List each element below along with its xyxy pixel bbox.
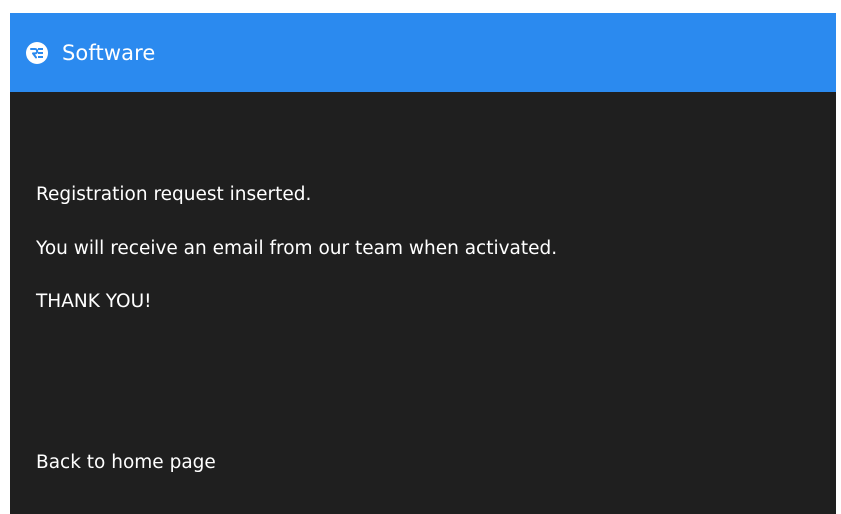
thank-you-message: THANK YOU! [36,291,152,312]
confirmation-message-line-2: You will receive an email from our team … [36,238,558,259]
app-header: Software [10,13,836,92]
app-title: Software [62,40,156,65]
app-logo-icon [26,41,48,64]
back-to-home-link[interactable]: Back to home page [36,452,216,473]
app-window: Software Registration request inserted. … [10,13,836,514]
confirmation-message-line-1: Registration request inserted. [36,184,312,205]
